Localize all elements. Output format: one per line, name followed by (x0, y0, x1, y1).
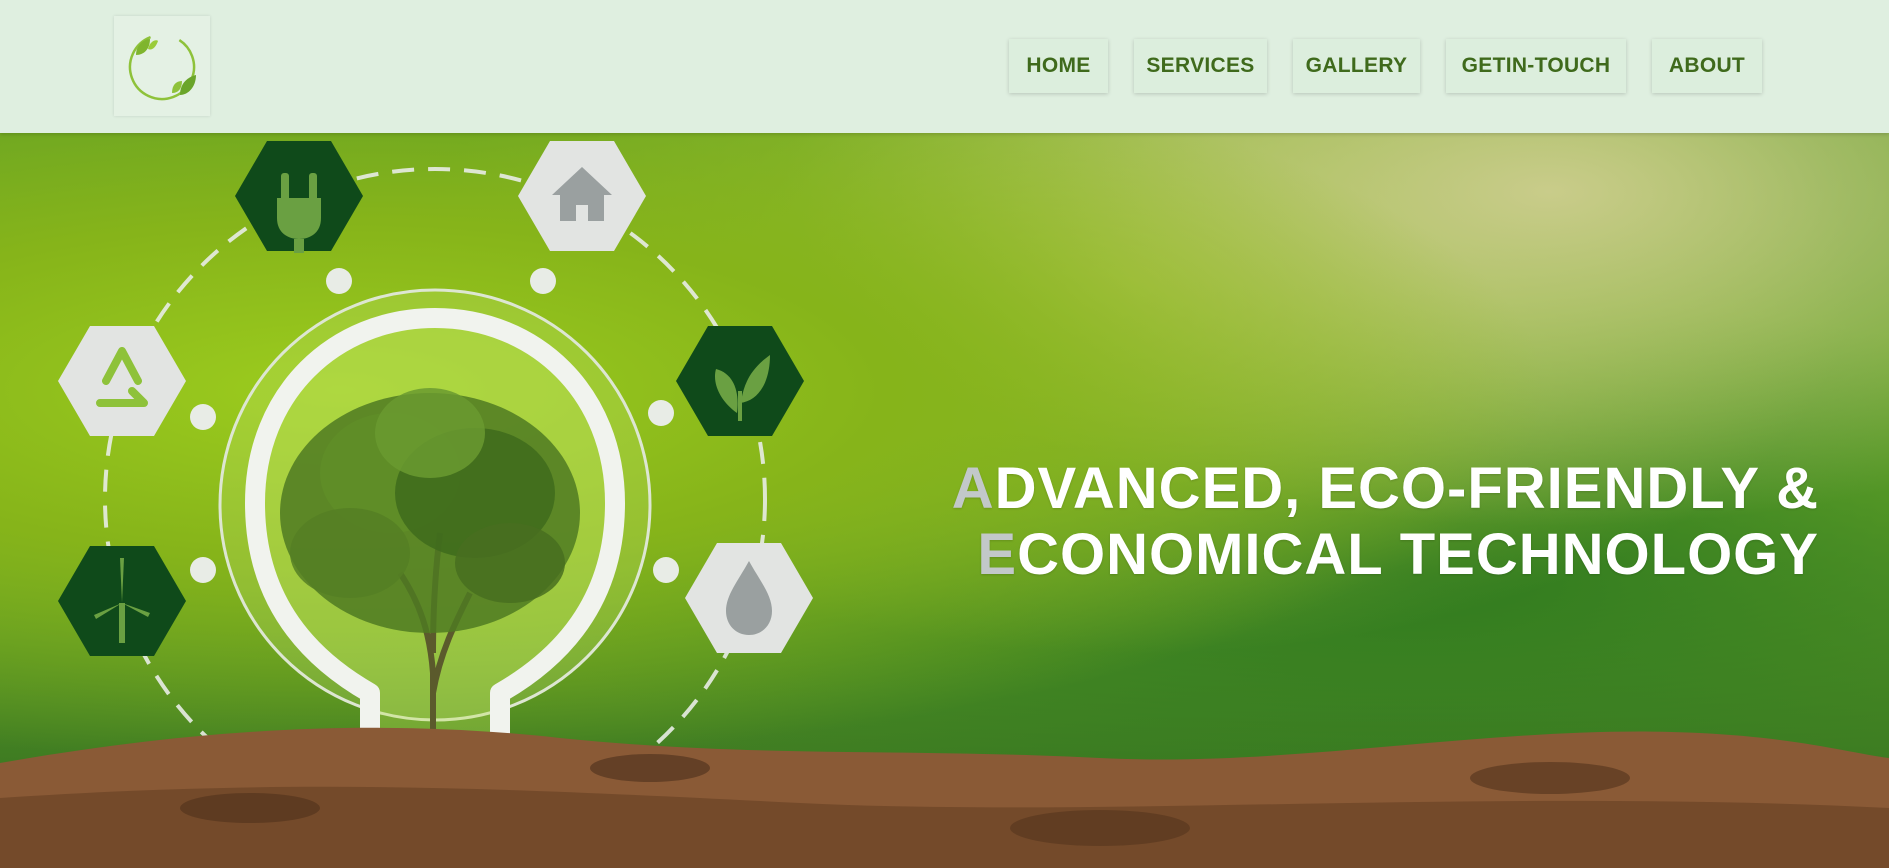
headline-line-1-initial: A (951, 456, 995, 521)
water-drop-icon (685, 543, 813, 653)
nav-about[interactable]: ABOUT (1652, 39, 1762, 93)
headline-line-1-text: DVANCED, ECO-FRIENDLY & (994, 456, 1819, 521)
headline-line-2-initial: E (977, 522, 1018, 587)
leaf-circle-logo-icon (128, 33, 196, 101)
headline-line-2-text: CONOMICAL TECHNOLOGY (1017, 522, 1819, 587)
house-icon (518, 141, 646, 251)
nav-home-label: HOME (1026, 54, 1091, 77)
plug-icon (235, 141, 363, 253)
nav-home[interactable]: HOME (1009, 39, 1108, 93)
nav-getin-touch[interactable]: GETIN-TOUCH (1446, 39, 1626, 93)
nav-services-label: SERVICES (1146, 54, 1255, 77)
headline-line-2: ECONOMICAL TECHNOLOGY (952, 522, 1819, 588)
soil-ground (0, 727, 1889, 868)
nav-gallery[interactable]: GALLERY (1293, 39, 1420, 93)
leaf-icon (676, 326, 804, 436)
hero-headline: ADVANCED, ECO-FRIENDLY & ECONOMICAL TECH… (952, 456, 1819, 588)
wind-turbine-icon (58, 546, 186, 656)
nav-getin-touch-label: GETIN-TOUCH (1461, 54, 1611, 77)
hero-banner: ADVANCED, ECO-FRIENDLY & ECONOMICAL TECH… (0, 133, 1889, 868)
site-header: HOME SERVICES GALLERY GETIN-TOUCH ABOUT (0, 0, 1889, 133)
logo[interactable] (114, 16, 210, 116)
headline-line-1: ADVANCED, ECO-FRIENDLY & (952, 456, 1819, 522)
nav-gallery-label: GALLERY (1305, 54, 1408, 77)
recycle-icon (58, 326, 186, 436)
nav-services[interactable]: SERVICES (1134, 39, 1267, 93)
nav-about-label: ABOUT (1668, 54, 1746, 77)
